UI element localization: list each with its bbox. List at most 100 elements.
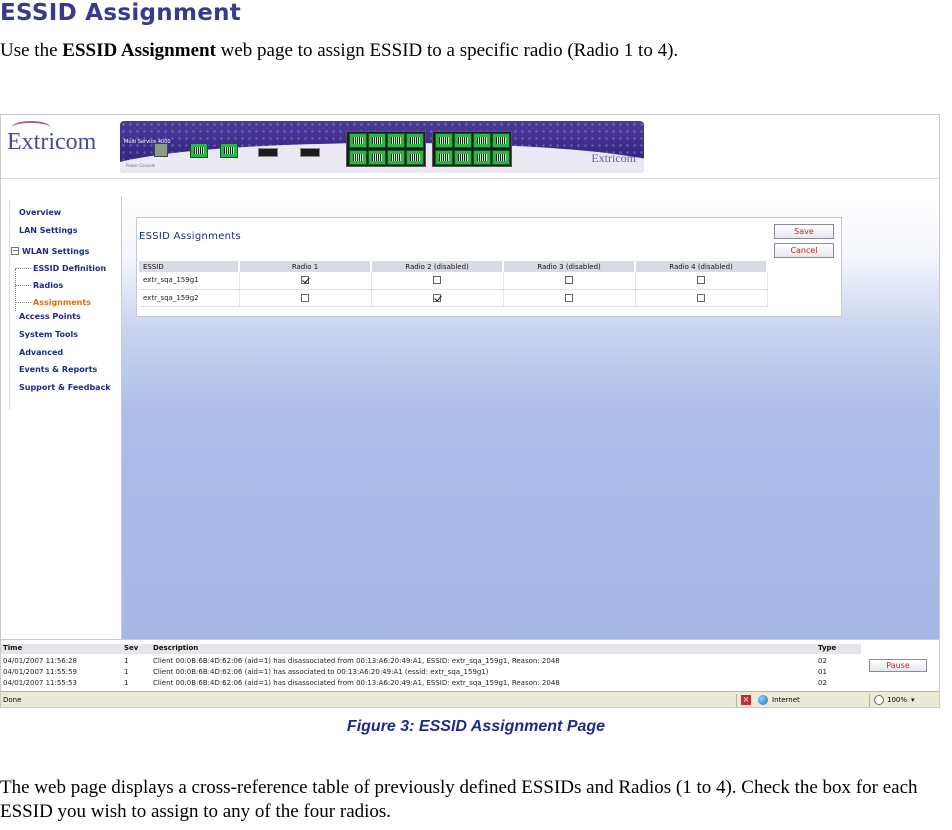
log-time: 04/01/2007 11:56:28 xyxy=(3,657,78,665)
zoom-dropdown-icon[interactable]: ▾ xyxy=(911,696,915,704)
radio-1-checkbox[interactable] xyxy=(301,293,309,302)
console-port-icon xyxy=(154,143,168,157)
column-header-essid: ESSID xyxy=(139,261,240,272)
log-header-type: Type xyxy=(818,644,837,652)
lan-port-icon xyxy=(190,143,208,158)
log-sev: 1 xyxy=(124,657,129,665)
pause-button[interactable]: Pause xyxy=(869,659,927,672)
status-text: Done xyxy=(3,696,22,704)
radio-3-checkbox[interactable] xyxy=(565,293,573,302)
log-header-description: Description xyxy=(153,644,199,652)
device-image: Multi Service 4000 Power Console Extrico… xyxy=(120,121,644,173)
sidebar-item-system-tools[interactable]: System Tools xyxy=(19,330,78,339)
radio-cell xyxy=(371,289,504,307)
sidebar-item-essid-definition[interactable]: ESSID Definition xyxy=(33,264,106,273)
sidebar-item-lan-settings[interactable]: LAN Settings xyxy=(19,226,78,235)
table-row: extr_sqa_159g1 xyxy=(139,272,768,290)
radio-port-icon xyxy=(435,150,453,165)
log-type: 02 xyxy=(818,657,827,665)
radio-port-icon xyxy=(473,133,491,148)
doc-heading: ESSID Assignment xyxy=(0,0,242,26)
log-description: Client 00:0B:6B:4D:62:06 (aid=1) has dis… xyxy=(153,679,560,687)
banner: Extricom Multi Service 4000 Power Consol… xyxy=(1,115,939,179)
essid-cell: extr_sqa_159g2 xyxy=(139,289,240,307)
intro-bold: ESSID Assignment xyxy=(62,40,216,61)
log-sev: 1 xyxy=(124,679,129,687)
log-row: 04/01/2007 11:56:28 1 Client 00:0B:6B:4D… xyxy=(1,656,861,667)
radio-cell xyxy=(371,272,504,290)
column-header-radio-4: Radio 4 (disabled) xyxy=(635,261,768,272)
radio-port-icon xyxy=(368,133,386,148)
collapse-icon[interactable]: − xyxy=(11,247,19,255)
log-type: 02 xyxy=(818,679,827,687)
sfp-port-icon xyxy=(300,148,320,157)
cancel-button[interactable]: Cancel xyxy=(774,243,834,258)
device-brand-label: Extricom xyxy=(591,151,636,165)
log-row: 04/01/2007 11:55:53 1 Client 00:0B:6B:4D… xyxy=(1,678,861,689)
log-type: 01 xyxy=(818,668,827,676)
radio-port-icon xyxy=(473,150,491,165)
log-header-sev: Sev xyxy=(124,644,139,652)
radio-port-icon xyxy=(454,133,472,148)
sidebar: Overview LAN Settings − WLAN Settings ES… xyxy=(1,196,122,707)
lan-port-icon xyxy=(220,143,238,158)
radio-cell xyxy=(635,272,768,290)
error-icon[interactable]: × xyxy=(741,695,751,705)
radio-port-icon xyxy=(387,150,405,165)
panel-title: ESSID Assignments xyxy=(139,231,242,242)
radio-port-icon xyxy=(387,133,405,148)
log-description: Client 00:0B:6B:4D:62:06 (aid=1) has dis… xyxy=(153,657,560,665)
radio-port-icon xyxy=(454,150,472,165)
radio-port-icon xyxy=(492,133,510,148)
radio-3-checkbox[interactable] xyxy=(565,276,573,285)
log-header-time: Time xyxy=(3,644,23,652)
column-header-radio-1: Radio 1 xyxy=(239,261,372,272)
log-time: 04/01/2007 11:55:53 xyxy=(3,679,78,687)
event-log: Time Sev Description Type 04/01/2007 11:… xyxy=(1,639,939,691)
radio-cell xyxy=(239,272,372,290)
table-header-row: ESSID Radio 1 Radio 2 (disabled) Radio 3… xyxy=(139,261,768,272)
sidebar-item-events-reports[interactable]: Events & Reports xyxy=(19,365,97,374)
sidebar-item-overview[interactable]: Overview xyxy=(19,208,61,217)
radio-port-icon xyxy=(492,150,510,165)
column-header-radio-2: Radio 2 (disabled) xyxy=(371,261,504,272)
sidebar-item-advanced[interactable]: Advanced xyxy=(19,348,63,357)
sidebar-item-wlan-settings[interactable]: WLAN Settings xyxy=(22,247,89,256)
radio-4-checkbox[interactable] xyxy=(697,293,705,302)
save-button[interactable]: Save xyxy=(774,224,834,239)
radio-port-icon xyxy=(406,150,424,165)
browser-status-bar: Done × Internet 100% ▾ xyxy=(1,691,939,707)
doc-intro: Use the ESSID Assignment web page to ass… xyxy=(0,40,678,62)
radio-port-icon xyxy=(406,133,424,148)
sidebar-item-assignments[interactable]: Assignments xyxy=(33,298,91,307)
radio-cell xyxy=(239,289,372,307)
radio-2-checkbox[interactable] xyxy=(433,293,441,302)
event-log-header: Time Sev Description Type xyxy=(1,644,861,654)
radio-1-checkbox[interactable] xyxy=(301,276,309,285)
radio-cell xyxy=(503,289,636,307)
sidebar-item-access-points[interactable]: Access Points xyxy=(19,312,81,321)
zoom-icon[interactable] xyxy=(874,695,884,705)
intro-post: web page to assign ESSID to a specific r… xyxy=(215,40,679,61)
globe-icon xyxy=(758,695,768,705)
browser-screenshot: Extricom Multi Service 4000 Power Consol… xyxy=(0,114,940,708)
zoom-level[interactable]: 100% xyxy=(887,696,907,704)
radio-port-icon xyxy=(435,133,453,148)
log-sev: 1 xyxy=(124,668,129,676)
table-row: extr_sqa_159g2 xyxy=(139,289,768,307)
intro-pre: Use the xyxy=(0,40,63,61)
radio-cell xyxy=(503,272,636,290)
assignments-table: ESSID Radio 1 Radio 2 (disabled) Radio 3… xyxy=(139,261,768,307)
radio-2-checkbox[interactable] xyxy=(433,276,441,285)
radio-4-checkbox[interactable] xyxy=(697,276,705,285)
radio-port-icon xyxy=(349,150,367,165)
sidebar-item-support-feedback[interactable]: Support & Feedback xyxy=(19,383,111,392)
content-area: ESSID Assignments ESSID Radio 1 Radio 2 … xyxy=(122,196,939,639)
log-description: Client 00:0B:6B:4D:62:06 (aid=1) has ass… xyxy=(153,668,489,676)
security-zone: Internet xyxy=(772,696,800,704)
essid-assignments-panel: ESSID Assignments ESSID Radio 1 Radio 2 … xyxy=(136,217,842,317)
log-row: 04/01/2007 11:55:59 1 Client 00:0B:6B:4D… xyxy=(1,667,861,678)
sidebar-item-radios[interactable]: Radios xyxy=(33,281,63,290)
radio-port-icon xyxy=(368,150,386,165)
radio-cell xyxy=(635,289,768,307)
